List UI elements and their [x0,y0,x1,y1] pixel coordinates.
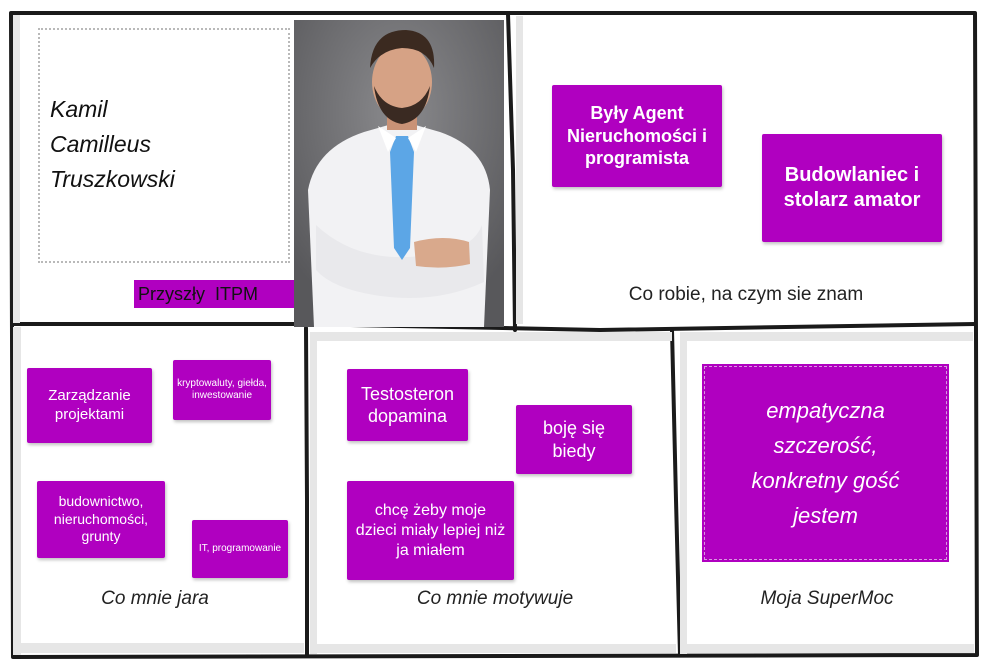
sticky-note-construction[interactable]: budownictwo, nieruchomości, grunty [37,481,165,558]
person-name: Kamil Camilleus Truszkowski [50,96,175,192]
sticky-note-supermoc[interactable]: empatyczna szczerość, konkretny gość jes… [702,364,949,562]
future-role-tag[interactable]: Przyszły ITPM [134,280,294,308]
section-caption-skills: Co robie, na czym sie znam [628,284,864,305]
sticky-note-fear-of-poverty[interactable]: boję się biedy [516,405,632,474]
sticky-note-builder[interactable]: Budowlaniec i stolarz amator [762,134,942,242]
sticky-note-crypto[interactable]: kryptowaluty, giełda, inwestowanie [173,360,271,420]
sticky-note-it[interactable]: IT, programowanie [192,520,288,578]
sticky-note-former-agent[interactable]: Były Agent Nieruchomości i programista [552,85,722,187]
sticky-note-project-management[interactable]: Zarządzanie projektami [27,368,152,443]
section-caption-passions: Co mnie jara [101,588,209,609]
section-caption-supermoc: Moja SuperMoc [760,588,894,609]
profile-photo [294,20,504,327]
sticky-note-children[interactable]: chcę żeby moje dzieci miały lepiej niż j… [347,481,514,580]
sticky-note-testosterone[interactable]: Testosteron dopamina [347,369,468,441]
section-caption-motivation: Co mnie motywuje [416,588,574,609]
canvas-board: Kamil Camilleus Truszkowski Przyszły ITP… [0,0,991,664]
